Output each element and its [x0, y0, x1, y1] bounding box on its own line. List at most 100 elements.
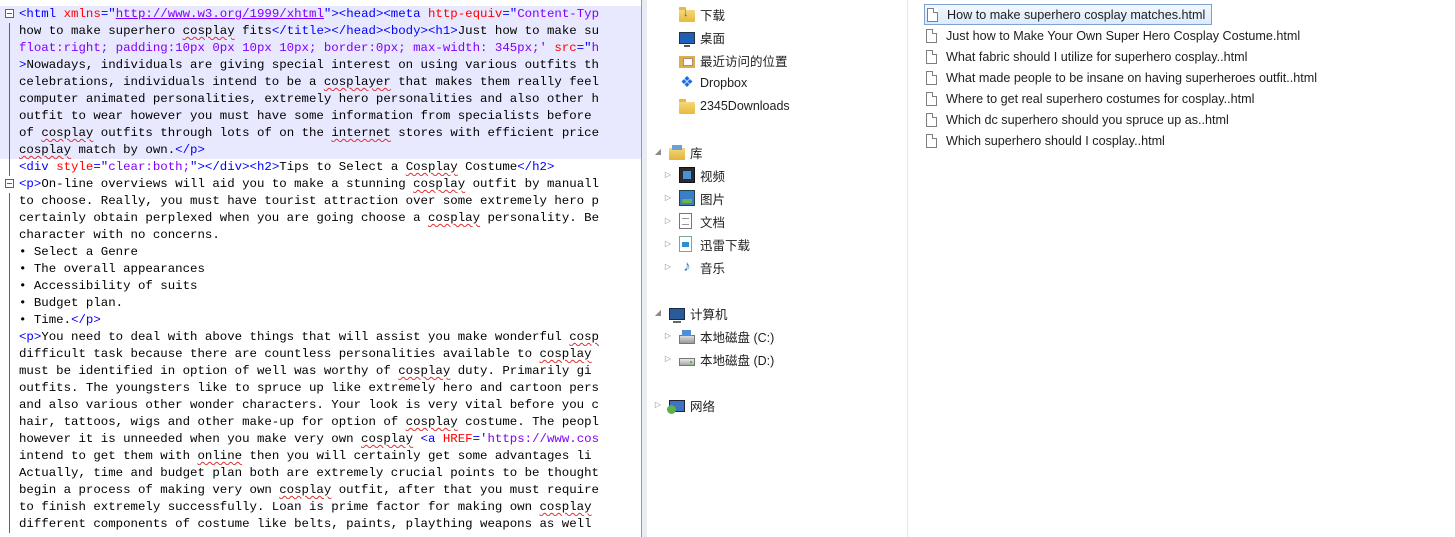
code-line[interactable]: character with no concerns. [0, 227, 641, 244]
code-line[interactable]: to choose. Really, you must have tourist… [0, 193, 641, 210]
code-token: how to make superhero [19, 24, 183, 38]
code-token: personality. Be [480, 211, 600, 225]
code-line[interactable]: float:right; padding:10px 0px 10px 10px;… [0, 40, 641, 57]
code-token: cosplayer [323, 75, 391, 89]
code-line[interactable]: must be identified in option of well was… [0, 363, 641, 380]
code-line[interactable]: computer animated personalities, extreme… [0, 91, 641, 108]
collapsed-arrow-icon[interactable]: ▷ [663, 170, 673, 180]
nav-item-label: 最近访问的位置 [700, 54, 788, 69]
nav-item-thunder-downloads[interactable]: 迅雷下载 [679, 234, 750, 254]
file-item[interactable]: What fabric should I utilize for superhe… [924, 46, 1253, 67]
collapsed-arrow-icon[interactable]: ▷ [663, 216, 673, 226]
nav-item-videos[interactable]: 视频 [679, 165, 725, 185]
code-line[interactable]: • Accessibility of suits [0, 278, 641, 295]
html-file-icon [926, 70, 937, 85]
code-token: begin a process of making very own [19, 483, 280, 497]
code-line[interactable]: • Budget plan. [0, 295, 641, 312]
code-line[interactable]: to finish extremely successfully. Loan i… [0, 499, 641, 516]
explorer-file-list[interactable]: How to make superhero cosplay matches.ht… [908, 0, 1455, 537]
nav-item-2345downloads[interactable]: 2345Downloads [679, 96, 790, 116]
code-line[interactable]: • Time.</p> [0, 312, 641, 329]
nav-item-downloads[interactable]: 下载 [679, 4, 725, 24]
code-line[interactable]: <p>On-line overviews will aid you to mak… [0, 176, 641, 193]
nav-item-computer[interactable]: 计算机 [669, 303, 728, 323]
file-item[interactable]: Just how to Make Your Own Super Hero Cos… [924, 25, 1306, 46]
fold-guide-line [9, 261, 10, 278]
local-disk-d-icon [679, 358, 695, 366]
code-token: cosplay [539, 347, 592, 361]
nav-item-local-disk-c[interactable]: 本地磁盘 (C:) [679, 326, 774, 346]
code-line[interactable]: outfits. The youngsters like to spruce u… [0, 380, 641, 397]
fold-guide-line [9, 193, 10, 210]
collapsed-arrow-icon[interactable]: ▷ [663, 354, 673, 364]
code-line[interactable]: <html xmlns="http://www.w3.org/1999/xhtm… [0, 6, 641, 23]
code-token: xmlns [63, 7, 101, 21]
nav-item-desktop[interactable]: 桌面 [679, 27, 725, 47]
nav-item-recent-places[interactable]: 最近访问的位置 [679, 50, 788, 70]
code-line[interactable]: of cosplay outfits through lots of on th… [0, 125, 641, 142]
nav-item-network[interactable]: 网络 [667, 395, 715, 415]
file-item[interactable]: Which superhero should I cosplay..html [924, 130, 1171, 151]
file-item[interactable]: Which dc superhero should you spruce up … [924, 109, 1235, 130]
nav-item-dropbox[interactable]: ❖ Dropbox [679, 73, 747, 93]
code-text-area[interactable]: <html xmlns="http://www.w3.org/1999/xhtm… [0, 6, 641, 533]
fold-toggle-icon[interactable] [5, 9, 14, 18]
expanded-arrow-icon[interactable]: ◢ [653, 308, 663, 318]
code-line[interactable]: Actually, time and budget plan both are … [0, 465, 641, 482]
nav-item-pictures[interactable]: 图片 [679, 188, 725, 208]
code-token: difficult task because there are countle… [19, 347, 540, 361]
expanded-arrow-icon[interactable]: ◢ [653, 147, 663, 157]
file-item[interactable]: What made people to be insane on having … [924, 67, 1323, 88]
file-item[interactable]: Where to get real superhero costumes for… [924, 88, 1260, 109]
file-item-selected[interactable]: How to make superhero cosplay matches.ht… [924, 4, 1213, 25]
code-line[interactable]: hair, tattoos, wigs and other make-up fo… [0, 414, 641, 431]
nav-item-local-disk-d[interactable]: 本地磁盘 (D:) [679, 349, 774, 369]
nav-item-label: 本地磁盘 (D:) [700, 353, 775, 368]
code-token: outfit to wear however you must have som… [19, 109, 592, 123]
code-line[interactable]: certainly obtain perplexed when you are … [0, 210, 641, 227]
code-line[interactable]: intend to get them with online then you … [0, 448, 641, 465]
code-token: internet [331, 126, 391, 140]
code-line[interactable]: begin a process of making very own cospl… [0, 482, 641, 499]
code-token: Cosplay [405, 160, 458, 174]
code-line[interactable]: celebrations, individuals intend to be a… [0, 74, 641, 91]
code-token: Costume [457, 160, 518, 174]
code-line[interactable]: outfit to wear however you must have som… [0, 108, 641, 125]
nav-item-libraries[interactable]: 库 [669, 142, 703, 162]
nav-item-music[interactable]: ♪ 音乐 [679, 257, 725, 277]
file-name: Which superhero should I cosplay..html [946, 133, 1165, 148]
code-line[interactable]: different components of costume like bel… [0, 516, 641, 533]
code-line[interactable]: how to make superhero cosplay fits</titl… [0, 23, 641, 40]
code-line[interactable]: >Nowadays, individuals are giving specia… [0, 57, 641, 74]
code-token: Just how to make su [457, 24, 600, 38]
code-token: https://www.cos [487, 432, 600, 446]
code-line[interactable]: however it is unneeded when you make ver… [0, 431, 641, 448]
fold-toggle-icon[interactable] [5, 179, 14, 188]
code-line[interactable]: • The overall appearances [0, 261, 641, 278]
code-line[interactable]: cosplay match by own.</p> [0, 142, 641, 159]
code-line[interactable]: and also various other wonder characters… [0, 397, 641, 414]
html-file-icon [926, 112, 937, 127]
fold-guide-line [9, 329, 10, 346]
code-editor-pane[interactable]: <html xmlns="http://www.w3.org/1999/xhtm… [0, 0, 642, 537]
collapsed-arrow-icon[interactable]: ▷ [663, 193, 673, 203]
collapsed-arrow-icon[interactable]: ▷ [653, 400, 663, 410]
code-line[interactable]: • Select a Genre [0, 244, 641, 261]
code-line[interactable]: <div style="clear:both;"></div><h2>Tips … [0, 159, 641, 176]
nav-item-label: 下载 [700, 8, 726, 23]
nav-item-documents[interactable]: 文档 [679, 211, 725, 231]
html-file-icon [926, 133, 937, 148]
code-token: </h2> [517, 160, 555, 174]
fold-guide-line [9, 278, 10, 295]
explorer-navigation-pane[interactable]: 下载桌面最近访问的位置 ❖ Dropbox 2345Downloads ◢ 库 ▷ 视频 ▷ 图片… [642, 0, 908, 537]
collapsed-arrow-icon[interactable]: ▷ [663, 239, 673, 249]
code-line[interactable]: <p>You need to deal with above things th… [0, 329, 641, 346]
fold-guide-line [9, 227, 10, 244]
fold-guide-line [9, 414, 10, 431]
code-token: cosplay [539, 500, 592, 514]
code-line[interactable]: difficult task because there are countle… [0, 346, 641, 363]
fold-guide-line [9, 142, 10, 159]
desktop-icon [679, 31, 695, 47]
collapsed-arrow-icon[interactable]: ▷ [663, 262, 673, 272]
collapsed-arrow-icon[interactable]: ▷ [663, 331, 673, 341]
